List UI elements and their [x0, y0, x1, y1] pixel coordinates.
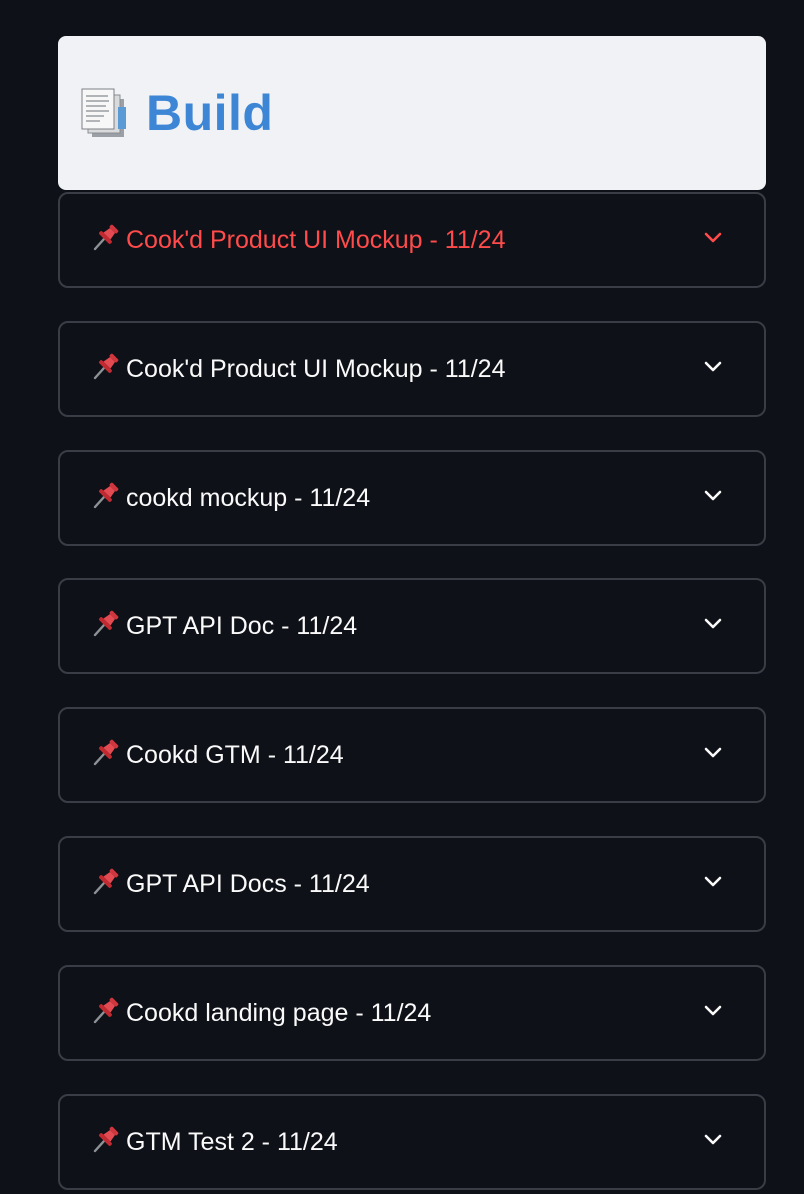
document-icon	[78, 87, 130, 139]
pushpin-icon	[90, 736, 122, 768]
chevron-down-icon[interactable]	[702, 485, 724, 507]
expander-2[interactable]: Cook'd Product UI Mockup - 11/24	[58, 321, 766, 417]
expander-1[interactable]: Cook'd Product UI Mockup - 11/24	[58, 192, 766, 288]
pushpin-icon	[90, 1123, 122, 1155]
chevron-down-icon[interactable]	[702, 227, 724, 249]
expander-5[interactable]: Cookd GTM - 11/24	[58, 707, 766, 803]
header-card: Build	[58, 36, 766, 190]
expander-label: GPT API Docs - 11/24	[126, 869, 370, 898]
expander-label: cookd mockup - 11/24	[126, 483, 371, 512]
expander-label: GPT API Doc - 11/24	[126, 611, 358, 640]
expander-8[interactable]: GTM Test 2 - 11/24	[58, 1094, 766, 1190]
expander-label: Cook'd Product UI Mockup - 11/24	[126, 225, 506, 254]
expander-label: GTM Test 2 - 11/24	[126, 1127, 338, 1156]
chevron-down-icon[interactable]	[702, 1129, 724, 1151]
expander-label: Cookd landing page - 11/24	[126, 998, 432, 1027]
chevron-down-icon[interactable]	[702, 871, 724, 893]
expander-3[interactable]: cookd mockup - 11/24	[58, 450, 766, 546]
page-title: Build	[146, 85, 274, 141]
pushpin-icon	[90, 607, 122, 639]
pushpin-icon	[90, 994, 122, 1026]
pushpin-icon	[90, 865, 122, 897]
chevron-down-icon[interactable]	[702, 1000, 724, 1022]
chevron-down-icon[interactable]	[702, 356, 724, 378]
expander-label: Cook'd Product UI Mockup - 11/24	[126, 354, 506, 383]
chevron-down-icon[interactable]	[702, 613, 724, 635]
page: Build Cook'd Product UI Mockup - 11/24 C…	[0, 0, 804, 1194]
expander-label: Cookd GTM - 11/24	[126, 740, 344, 769]
pushpin-icon	[90, 221, 122, 253]
expander-4[interactable]: GPT API Doc - 11/24	[58, 578, 766, 674]
expander-6[interactable]: GPT API Docs - 11/24	[58, 836, 766, 932]
chevron-down-icon[interactable]	[702, 742, 724, 764]
pushpin-icon	[90, 350, 122, 382]
expander-7[interactable]: Cookd landing page - 11/24	[58, 965, 766, 1061]
pushpin-icon	[90, 479, 122, 511]
